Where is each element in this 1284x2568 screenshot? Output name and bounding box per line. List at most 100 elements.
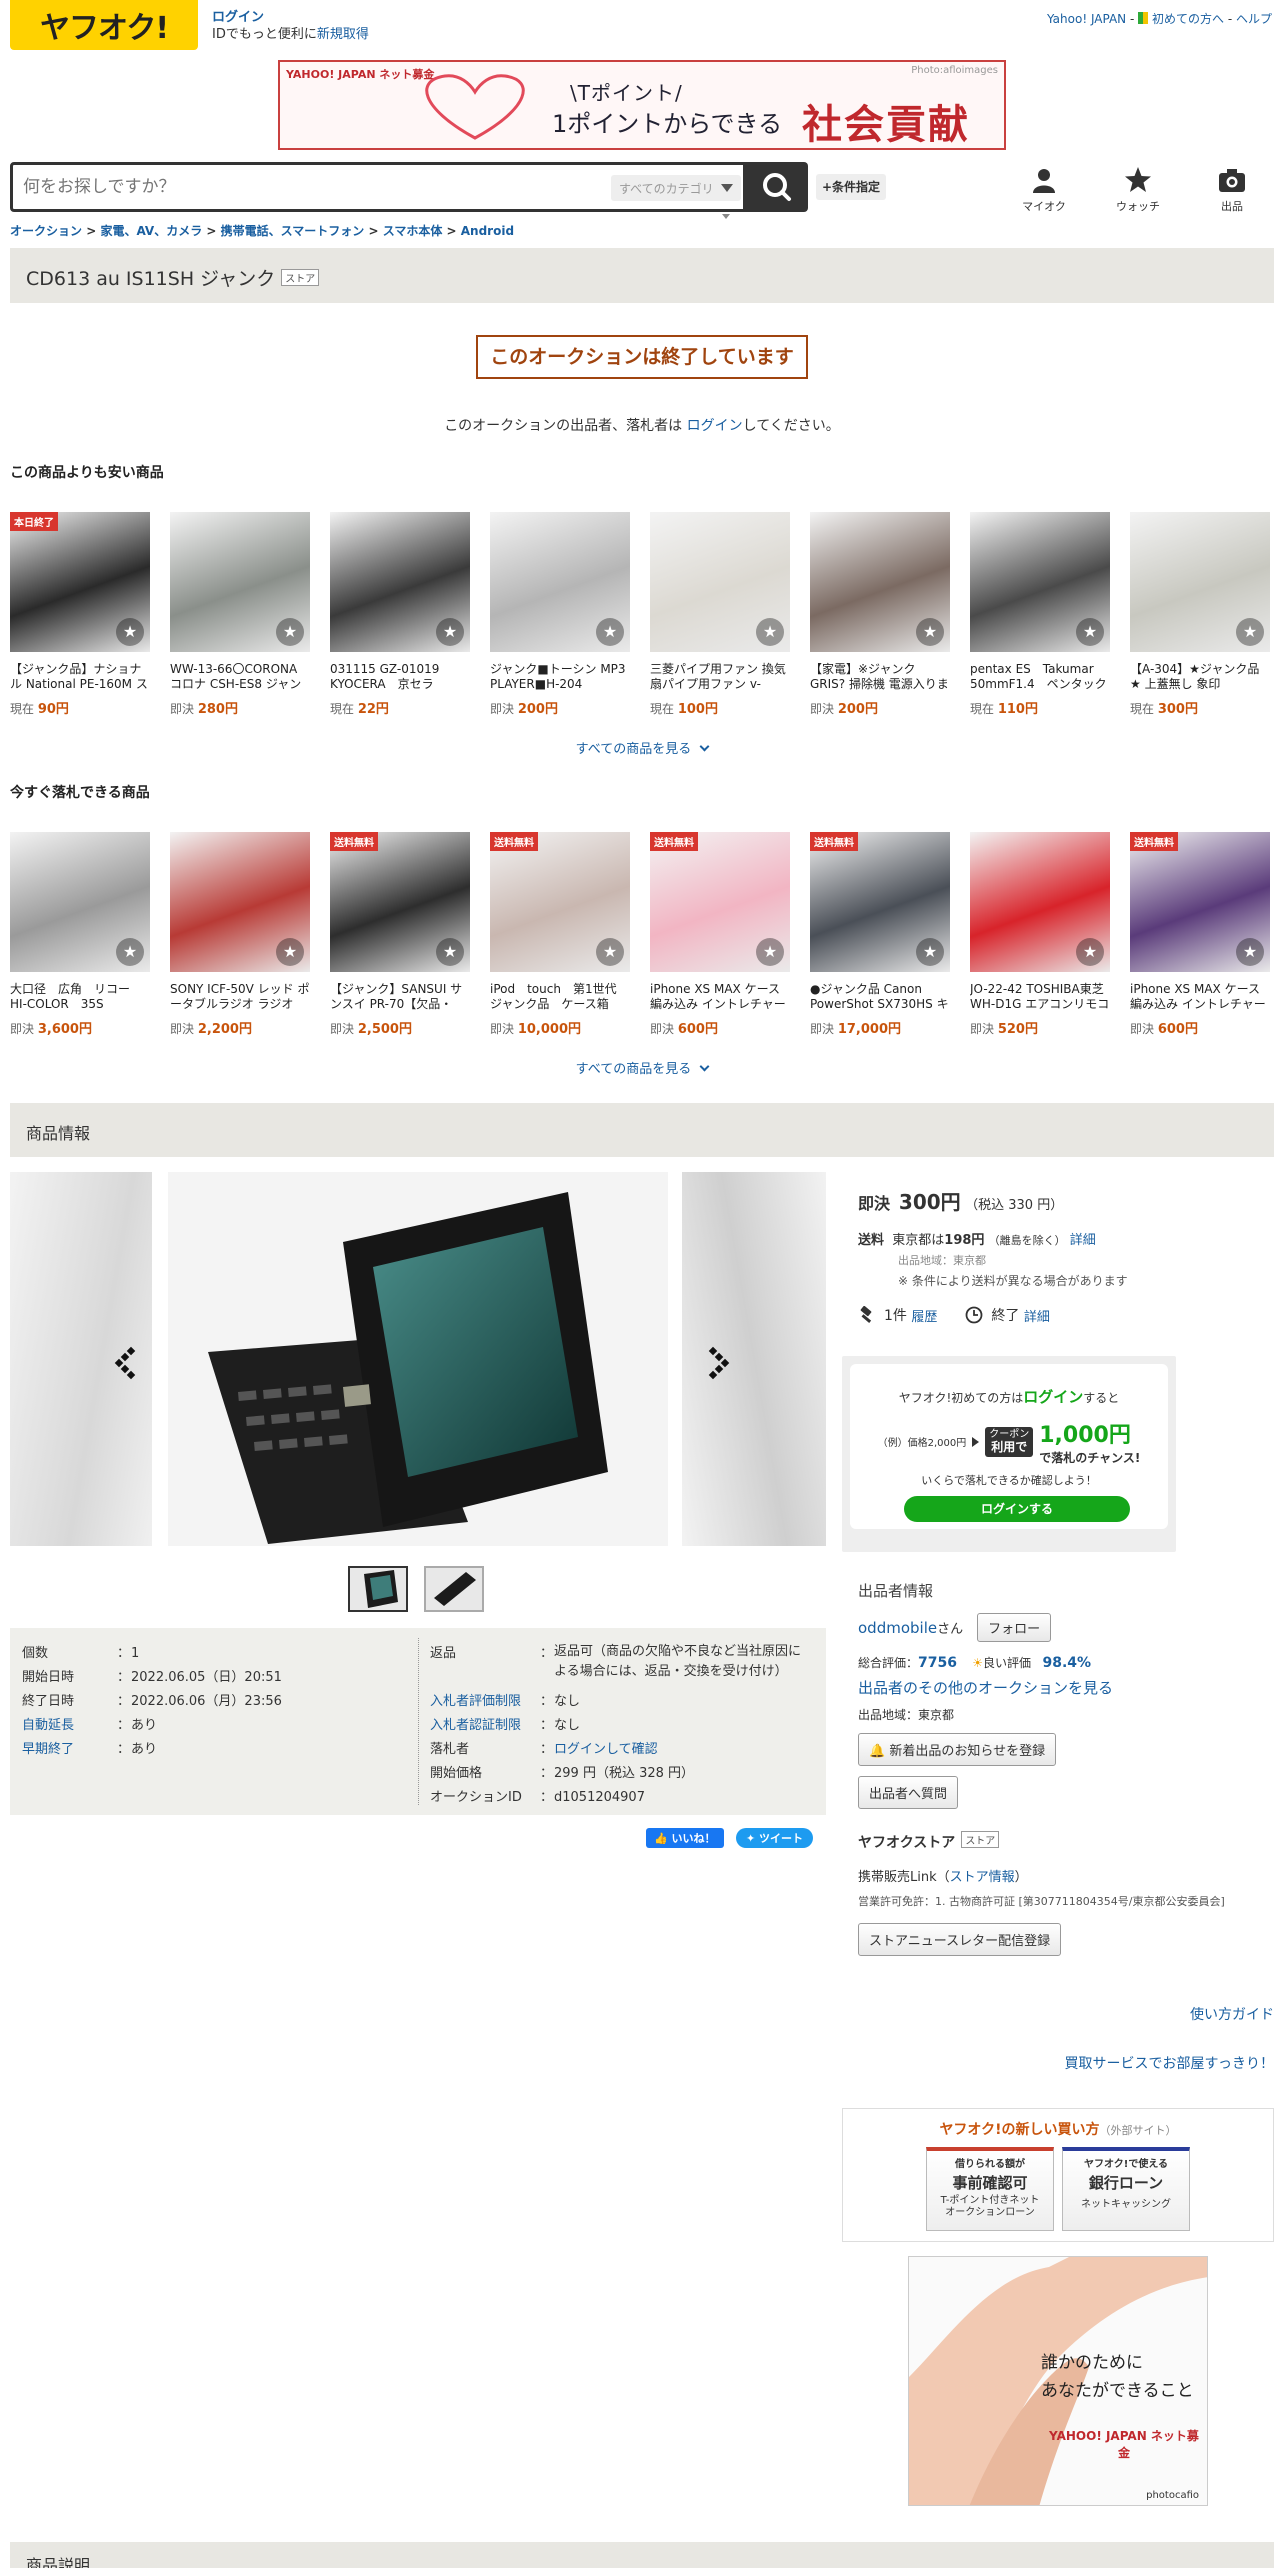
charity-ad[interactable]: 誰かのために あなたができること YAHOO! JAPAN ネット募金 photo… bbox=[908, 2256, 1208, 2506]
breadcrumb-item[interactable]: 家電、AV、カメラ bbox=[100, 224, 202, 238]
product-card[interactable]: ★ JO-22-42 TOSHIBA東芝 WH-D1G エアコンリモコン即決 52… bbox=[970, 832, 1110, 1037]
next-image-button[interactable] bbox=[694, 1342, 734, 1382]
thumbnail-2[interactable] bbox=[424, 1566, 484, 1612]
product-image[interactable]: 送料無料 ★ bbox=[810, 832, 950, 972]
product-card[interactable]: 送料無料 ★ 【ジャンク】SANSUI サンスイ PR-70【欠品・ 即決 2,500… bbox=[330, 832, 470, 1037]
product-card[interactable]: 本日終了 ★ 【ジャンク品】ナショナル National PE-160M ストロボ現… bbox=[10, 512, 150, 717]
condition-button[interactable]: +条件指定 bbox=[816, 174, 886, 200]
main-image[interactable] bbox=[168, 1172, 668, 1546]
product-image[interactable]: 送料無料 ★ bbox=[1130, 832, 1270, 972]
product-image[interactable]: ★ bbox=[650, 512, 790, 652]
ended-login-link[interactable]: ログイン bbox=[687, 418, 743, 434]
watch-star-icon[interactable]: ★ bbox=[276, 618, 304, 646]
product-name[interactable]: 大口径 広角 リコー HI-COLOR 35S 35mm bbox=[10, 982, 150, 1012]
seller-name-link[interactable]: oddmobile bbox=[858, 1619, 937, 1637]
product-name[interactable]: pentax ES Takumar 50mmF1.4 ペンタックス bbox=[970, 662, 1110, 692]
spec-key[interactable]: 早期終了 bbox=[22, 1738, 117, 1757]
product-image[interactable]: ★ bbox=[1130, 512, 1270, 652]
yahuoku-logo[interactable]: ヤフオク! bbox=[10, 0, 198, 50]
yahoo-japan-link[interactable]: Yahoo! JAPAN bbox=[1047, 12, 1126, 26]
product-image[interactable]: ★ bbox=[10, 832, 150, 972]
spec-value[interactable]: ログインして確認 bbox=[554, 1742, 658, 1757]
tweet-button[interactable]: ✦ ツイート bbox=[735, 1828, 814, 1848]
watch-star-icon[interactable]: ★ bbox=[436, 618, 464, 646]
product-name[interactable]: iPod touch 第1世代 ジャンク品 ケース箱 bbox=[490, 982, 630, 1012]
cheaper-more-link[interactable]: すべての商品を見る bbox=[0, 738, 1284, 757]
beginners-link[interactable]: 初めての方へ bbox=[1152, 12, 1224, 26]
watch-star-icon[interactable]: ★ bbox=[596, 618, 624, 646]
prev-image-button[interactable] bbox=[110, 1342, 150, 1382]
product-image[interactable]: ★ bbox=[810, 512, 950, 652]
product-image[interactable]: ★ bbox=[330, 512, 470, 652]
product-image[interactable]: ★ bbox=[170, 832, 310, 972]
guide-link[interactable]: 使い方ガイド bbox=[1190, 2004, 1274, 2024]
product-name[interactable]: 031115 GZ-01019 KYOCERA 京セラ ZOOM TEC bbox=[330, 662, 470, 692]
product-image[interactable]: ★ bbox=[170, 512, 310, 652]
product-card[interactable]: ★ 【家電】※ジャンク GRIS? 掃除機 電源入ります即決 200円 bbox=[810, 512, 950, 717]
ship-detail-link[interactable]: 詳細 bbox=[1070, 1233, 1096, 1248]
product-card[interactable]: ★ 大口径 広角 リコー HI-COLOR 35S 35mm 即決 3,600円 bbox=[10, 832, 150, 1037]
follow-button[interactable]: フォロー bbox=[977, 1613, 1052, 1642]
spec-key[interactable]: 入札者認証制限 bbox=[430, 1714, 540, 1733]
product-name[interactable]: ジャンク■トーシン MP3 PLAYER■H-204 bbox=[490, 662, 630, 692]
buyback-link[interactable]: 買取サービスでお部屋すっきり！ bbox=[1065, 2053, 1274, 2073]
category-select[interactable]: すべてのカテゴリ bbox=[611, 175, 741, 201]
product-card[interactable]: 送料無料 ★ iPhone XS MAX ケース 編み込み イントレチャート即決 6… bbox=[1130, 832, 1270, 1037]
product-name[interactable]: 【ジャンク品】ナショナル National PE-160M ストロボ bbox=[10, 662, 150, 692]
product-name[interactable]: iPhone XS MAX ケース 編み込み イントレチャート bbox=[650, 982, 790, 1012]
spec-key[interactable]: 入札者評価制限 bbox=[430, 1690, 540, 1709]
product-name[interactable]: SONY ICF-50V レッド ポータブルラジオ ラジオ bbox=[170, 982, 310, 1012]
product-card[interactable]: 送料無料 ★ iPhone XS MAX ケース 編み込み イントレチャート即決 6… bbox=[650, 832, 790, 1037]
newway-card-loan-check[interactable]: 借りられる額が 事前確認可 T-ポイント付きネット オークションローン bbox=[926, 2147, 1054, 2231]
help-link[interactable]: ヘルプ bbox=[1236, 12, 1272, 26]
breadcrumb-item[interactable]: オークション bbox=[10, 224, 82, 238]
product-name[interactable]: 【A-304】★ジャンク品★ 上蓋無し 象印 ZOJIRUSHI bbox=[1130, 662, 1270, 692]
watch-star-icon[interactable]: ★ bbox=[116, 618, 144, 646]
register-link[interactable]: 新規取得 bbox=[317, 27, 369, 42]
watch-star-icon[interactable]: ★ bbox=[116, 938, 144, 966]
product-card[interactable]: ★ 三菱パイプ用ファン 換気扇パイプ用ファン v-08PPD 現在 100円 bbox=[650, 512, 790, 717]
thumbnail-1[interactable] bbox=[348, 1566, 408, 1612]
nav-myauc[interactable]: マイオク bbox=[1014, 166, 1074, 214]
nav-watch[interactable]: ウォッチ bbox=[1108, 166, 1168, 214]
watch-star-icon[interactable]: ★ bbox=[1076, 938, 1104, 966]
product-image[interactable]: ★ bbox=[490, 512, 630, 652]
question-button[interactable]: 出品者へ質問 bbox=[858, 1776, 959, 1809]
search-button[interactable] bbox=[746, 162, 808, 212]
seller-other-link[interactable]: 出品者のその他のオークションを見る bbox=[858, 1677, 1278, 1698]
product-card[interactable]: ★ 031115 GZ-01019 KYOCERA 京セラ ZOOM TEC 現在 … bbox=[330, 512, 470, 717]
product-image[interactable]: 本日終了 ★ bbox=[10, 512, 150, 652]
watch-star-icon[interactable]: ★ bbox=[756, 618, 784, 646]
product-card[interactable]: ★ ジャンク■トーシン MP3 PLAYER■H-204 即決 200円 bbox=[490, 512, 630, 717]
product-name[interactable]: JO-22-42 TOSHIBA東芝 WH-D1G エアコンリモコン bbox=[970, 982, 1110, 1012]
login-link[interactable]: ログイン bbox=[212, 9, 369, 26]
breadcrumb-item[interactable]: 携帯電話、スマートフォン bbox=[221, 224, 365, 238]
product-card[interactable]: ★ SONY ICF-50V レッド ポータブルラジオ ラジオ 即決 2,200円 bbox=[170, 832, 310, 1037]
product-card[interactable]: ★ 【A-304】★ジャンク品★ 上蓋無し 象印 ZOJIRUSHI 現在 300円 bbox=[1130, 512, 1270, 717]
nav-sell[interactable]: 出品 bbox=[1202, 166, 1262, 214]
store-info-link[interactable]: ストア情報 bbox=[950, 1870, 1015, 1885]
bid-history-link[interactable]: 履歴 bbox=[911, 1306, 937, 1325]
watch-star-icon[interactable]: ★ bbox=[276, 938, 304, 966]
watch-star-icon[interactable]: ★ bbox=[916, 618, 944, 646]
watch-star-icon[interactable]: ★ bbox=[1236, 618, 1264, 646]
product-card[interactable]: ★ pentax ES Takumar 50mmF1.4 ペンタックス現在 110… bbox=[970, 512, 1110, 717]
product-name[interactable]: ●ジャンク品 Canon PowerShot SX730HS キヤノン bbox=[810, 982, 950, 1012]
watch-star-icon[interactable]: ★ bbox=[916, 938, 944, 966]
product-name[interactable]: iPhone XS MAX ケース 編み込み イントレチャート bbox=[1130, 982, 1270, 1012]
product-name[interactable]: WW-13-66〇CORONA コロナ CSH-ES8 ジャンク品 bbox=[170, 662, 310, 692]
spec-key[interactable]: 自動延長 bbox=[22, 1714, 117, 1733]
product-name[interactable]: 【家電】※ジャンク GRIS? 掃除機 電源入ります bbox=[810, 662, 950, 692]
newway-card-bank-loan[interactable]: ヤフオク!で使える 銀行ローン ネットキャッシング bbox=[1062, 2147, 1190, 2231]
soon-more-link[interactable]: すべての商品を見る bbox=[0, 1058, 1284, 1077]
watch-star-icon[interactable]: ★ bbox=[1076, 618, 1104, 646]
product-name[interactable]: 【ジャンク】SANSUI サンスイ PR-70【欠品・ bbox=[330, 982, 470, 1012]
watch-star-icon[interactable]: ★ bbox=[596, 938, 624, 966]
facebook-like-button[interactable]: 👍 いいね！ bbox=[646, 1828, 724, 1848]
search-input[interactable] bbox=[23, 177, 363, 197]
end-detail-link[interactable]: 詳細 bbox=[1024, 1306, 1050, 1325]
watch-star-icon[interactable]: ★ bbox=[1236, 938, 1264, 966]
watch-star-icon[interactable]: ★ bbox=[436, 938, 464, 966]
product-image[interactable]: 送料無料 ★ bbox=[490, 832, 630, 972]
product-image[interactable]: ★ bbox=[970, 832, 1110, 972]
